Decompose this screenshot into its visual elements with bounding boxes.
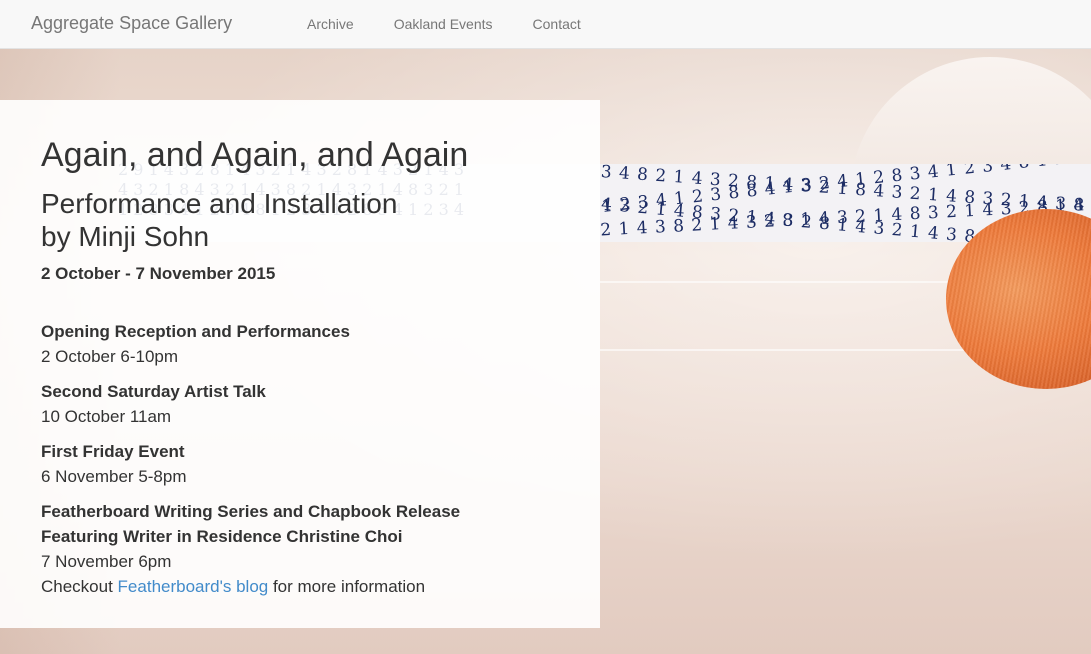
nav-link-oakland-events[interactable]: Oakland Events xyxy=(394,16,493,32)
event-title-line-1: Featherboard Writing Series and Chapbook… xyxy=(41,502,461,521)
event-time: 10 October 11am xyxy=(41,407,172,426)
nav-item-archive: Archive xyxy=(307,16,354,34)
nav-link-archive[interactable]: Archive xyxy=(307,16,354,32)
nav-link-contact[interactable]: Contact xyxy=(533,16,581,32)
nav-item-oakland-events: Oakland Events xyxy=(394,16,493,34)
exhibition-dates: 2 October - 7 November 2015 xyxy=(41,264,276,283)
exhibition-subtitle: Performance and Installation by Minji So… xyxy=(41,187,600,253)
exhibition-title: Again, and Again, and Again xyxy=(41,136,469,174)
subtitle-line-1: Performance and Installation xyxy=(41,188,398,219)
event-note: Checkout Featherboard's blog for more in… xyxy=(41,574,600,599)
top-navbar: Aggregate Space Gallery Archive Oakland … xyxy=(0,0,1091,49)
event-item: Featherboard Writing Series and Chapbook… xyxy=(41,499,600,599)
note-suffix: for more information xyxy=(268,577,426,596)
event-title-line-2: Featuring Writer in Residence Christine … xyxy=(41,527,403,546)
event-title: First Friday Event xyxy=(41,442,185,461)
event-title: Second Saturday Artist Talk xyxy=(41,382,266,401)
event-item: First Friday Event 6 November 5-8pm xyxy=(41,439,600,489)
nav-menu: Archive Oakland Events Contact xyxy=(307,16,621,34)
note-prefix: Checkout xyxy=(41,577,118,596)
event-item: Opening Reception and Performances 2 Oct… xyxy=(41,319,600,369)
event-title: Opening Reception and Performances xyxy=(41,322,350,341)
event-list: Opening Reception and Performances 2 Oct… xyxy=(41,319,600,599)
event-time: 2 October 6-10pm xyxy=(41,347,179,366)
event-time: 6 November 5-8pm xyxy=(41,467,187,486)
event-item: Second Saturday Artist Talk 10 October 1… xyxy=(41,379,600,429)
subtitle-line-2: by Minji Sohn xyxy=(41,221,210,252)
event-time: 7 November 6pm xyxy=(41,552,172,571)
nav-item-contact: Contact xyxy=(533,16,581,34)
exhibition-info-panel: 2 9 1 4 3 2 8 1 4 3 2 1 4 3 2 8 1 4 3 2 … xyxy=(0,100,600,628)
brand-link[interactable]: Aggregate Space Gallery xyxy=(31,13,232,34)
featherboard-blog-link[interactable]: Featherboard's blog xyxy=(118,577,269,596)
